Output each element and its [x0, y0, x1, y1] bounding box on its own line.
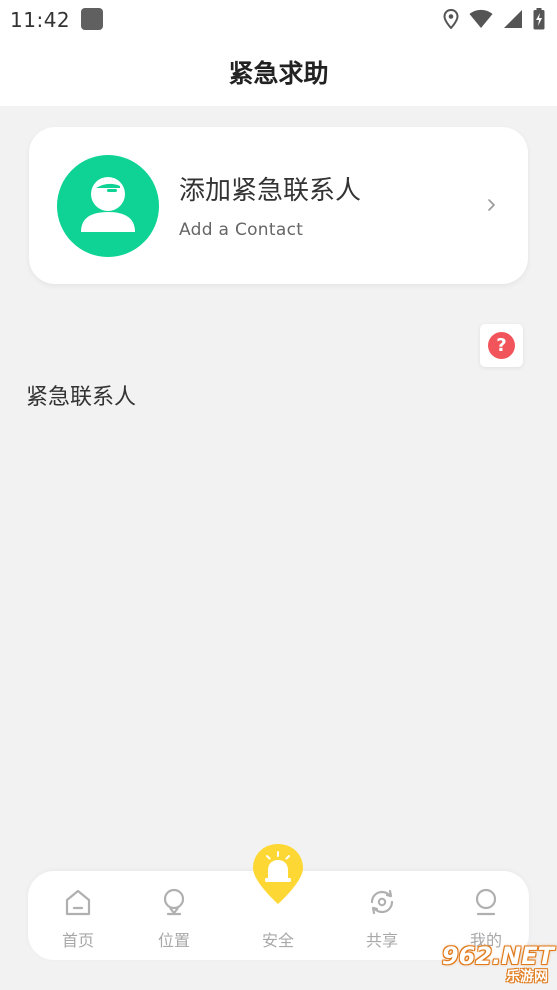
battery-charging-icon	[533, 8, 545, 30]
status-bar: 11:42	[0, 0, 557, 38]
tab-location-label: 位置	[157, 931, 190, 950]
alarm-icon[interactable]	[251, 842, 305, 906]
help-icon: ?	[488, 332, 515, 359]
add-contact-title: 添加紧急联系人	[179, 176, 362, 206]
chevron-right-icon	[488, 199, 495, 211]
add-contact-subtitle: Add a Contact	[179, 220, 304, 240]
signal-icon	[504, 10, 522, 28]
tab-share-label: 共享	[365, 931, 398, 950]
watermark-subtext: 乐游网	[506, 969, 548, 985]
tab-safety-label: 安全	[261, 931, 294, 950]
add-contact-card[interactable]: 添加紧急联系人 Add a Contact	[29, 127, 528, 284]
status-time: 11:42	[10, 8, 71, 32]
avatar	[57, 155, 159, 257]
wifi-icon	[469, 9, 493, 28]
share-sync-icon	[370, 889, 394, 915]
location-pin-icon	[163, 888, 185, 916]
status-icons	[443, 8, 545, 30]
emergency-contacts-label: 紧急联系人	[26, 385, 137, 410]
tab-home[interactable]: 首页	[28, 871, 128, 960]
help-button[interactable]: ?	[480, 324, 523, 367]
location-icon	[443, 9, 459, 29]
home-icon	[65, 889, 91, 916]
profile-icon	[475, 888, 497, 916]
tab-home-label: 首页	[61, 931, 94, 950]
tab-location[interactable]: 位置	[124, 871, 224, 960]
tab-share[interactable]: 共享	[332, 871, 432, 960]
app-square-icon	[81, 8, 103, 30]
watermark-logo: 962.NET 乐游网	[418, 940, 554, 986]
person-icon	[81, 177, 135, 232]
page-header: 紧急求助	[0, 38, 557, 106]
page-title: 紧急求助	[228, 59, 329, 88]
